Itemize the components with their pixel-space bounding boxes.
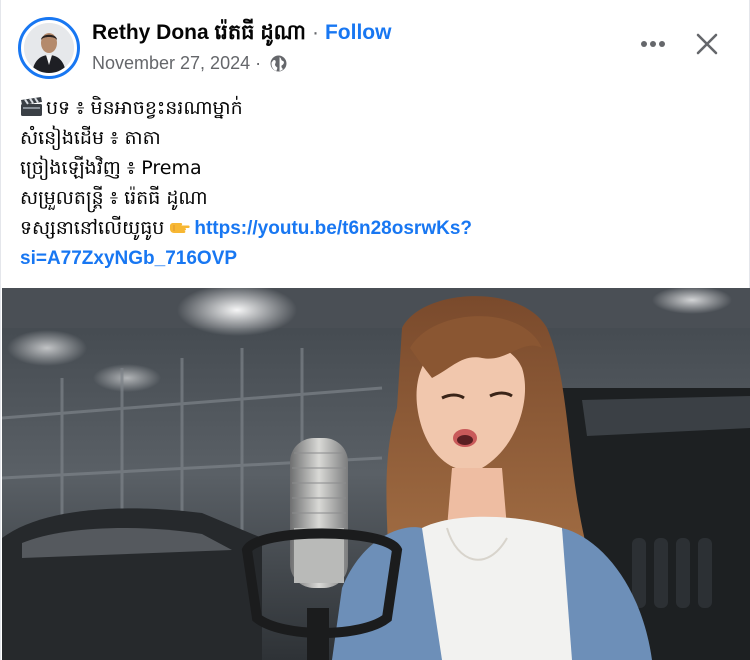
message-line-5: ទស្សនានៅលើយូធូប https://youtu.be/t6n28os…	[20, 213, 730, 243]
post-video-thumbnail[interactable]	[2, 288, 750, 660]
close-icon	[696, 33, 718, 55]
post-meta: November 27, 2024 ·	[92, 52, 287, 74]
pointing-hand-icon	[168, 216, 190, 236]
more-horizontal-icon	[641, 41, 665, 47]
message-line-4: សម្រួលតន្ត្រី ៖ រ៉េតធី ដូណា	[20, 187, 208, 209]
message-line-3: ច្រៀងឡើងវិញ ៖ Prema	[20, 157, 202, 179]
post-header: Rethy Dona រ៉េតធី ដូណា · Follow November 2…	[1, 0, 750, 90]
singer-photo	[2, 288, 750, 660]
author-line: Rethy Dona រ៉េតធី ដូណា · Follow	[92, 20, 391, 46]
clapper-board-icon	[20, 96, 44, 116]
message-text-1: បទ ៖ មិនអាចខ្វះនរណាម្នាក់	[46, 97, 243, 119]
youtube-link-part-1[interactable]: https://youtu.be/t6n28osrwKs?	[194, 218, 472, 239]
avatar-photo	[24, 23, 74, 73]
follow-button[interactable]: Follow	[325, 21, 392, 44]
message-line-2: សំនៀងដើម ៖ តាតា	[20, 127, 161, 149]
name-separator: ·	[311, 21, 319, 44]
globe-icon	[270, 55, 287, 72]
more-options-button[interactable]	[635, 30, 671, 58]
close-button[interactable]	[689, 26, 725, 62]
post-card: Rethy Dona រ៉េតធី ដូណា · Follow November 2…	[0, 0, 750, 660]
youtube-link-part-2[interactable]: si=A77ZxyNGb_716OVP	[20, 248, 237, 269]
message-line-6: si=A77ZxyNGb_716OVP	[20, 243, 730, 273]
message-line-1: បទ ៖ មិនអាចខ្វះនរណាម្នាក់	[20, 93, 730, 123]
author-avatar[interactable]	[18, 17, 80, 79]
message-text-5: ទស្សនានៅលើយូធូប	[20, 217, 165, 239]
author-name[interactable]: Rethy Dona រ៉េតធី ដូណា	[92, 21, 306, 44]
post-date[interactable]: November 27, 2024	[92, 52, 250, 74]
date-separator: ·	[255, 53, 262, 73]
post-message: បទ ៖ មិនអាចខ្វះនរណាម្នាក់ សំនៀងដើម ៖ តាត…	[20, 93, 730, 273]
